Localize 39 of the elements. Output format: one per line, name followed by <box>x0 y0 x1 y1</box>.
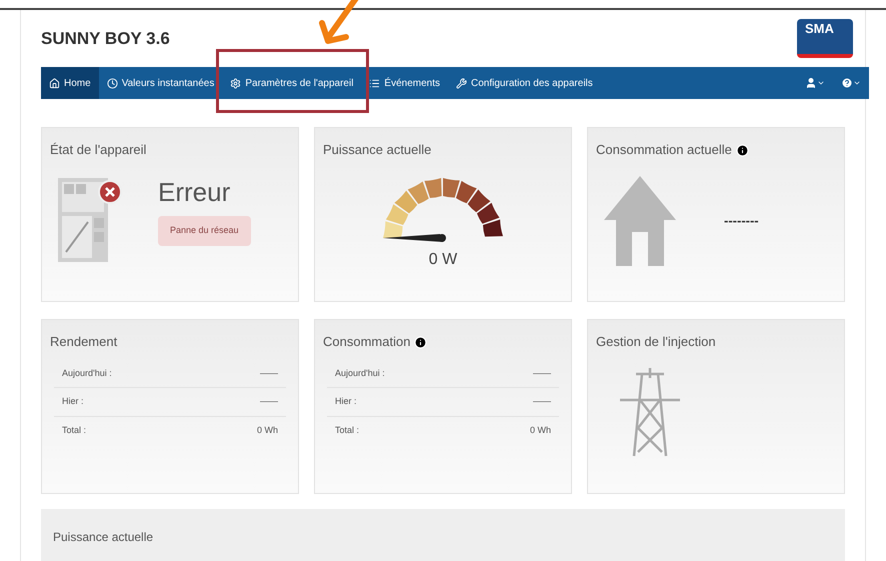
row-value: 0 Wh <box>530 424 551 437</box>
row-value: —— <box>533 395 551 408</box>
row-value: —— <box>533 366 551 380</box>
nav-tab[interactable]: Événements <box>361 66 448 100</box>
nav-tab[interactable]: Home <box>41 66 99 100</box>
row-label: Total : <box>335 424 360 437</box>
list-icon <box>369 78 380 89</box>
home-icon <box>49 78 60 89</box>
row-value: 0 Wh <box>256 424 278 437</box>
nav-tab[interactable]: Configuration des appareils <box>448 66 601 100</box>
row-label: Aujourd'hui : <box>62 366 112 380</box>
card-title: Consommation <box>323 333 410 352</box>
card-title: Rendement <box>50 333 118 352</box>
user-icon[interactable] <box>805 77 817 90</box>
row-label: Aujourd'hui : <box>335 366 385 380</box>
card-title: Gestion de l'injection <box>596 333 716 352</box>
panel-title: Puissance actuelle <box>53 530 154 544</box>
error-badge: Panne du réseau <box>158 216 251 246</box>
gear-icon <box>230 78 242 89</box>
row-label: Total : <box>62 424 86 437</box>
house-icon <box>604 176 676 266</box>
clock-icon <box>106 78 118 89</box>
card-title: Consommation actuelle <box>596 141 732 160</box>
wrench-icon <box>456 78 468 89</box>
power-reading: 0 W <box>428 250 458 270</box>
status-text: Erreur <box>158 176 230 208</box>
row-value: —— <box>260 395 278 408</box>
nav-tab[interactable]: Valeurs instantanées <box>98 66 222 100</box>
card-title: État de l'appareil <box>50 141 146 160</box>
consumption-reading: -------- <box>724 212 759 230</box>
device-title: SUNNY BOY 3.6 <box>41 28 170 50</box>
card-title: Puissance actuelle <box>323 141 432 160</box>
nav-tab[interactable]: Paramètres de l'appareil <box>222 66 362 100</box>
row-value: —— <box>260 366 278 380</box>
row-label: Hier : <box>62 395 84 408</box>
help-icon[interactable] <box>841 77 853 90</box>
sma-logo: SMA <box>797 18 853 58</box>
pylon-icon <box>620 368 680 458</box>
row-label: Hier : <box>335 395 357 408</box>
